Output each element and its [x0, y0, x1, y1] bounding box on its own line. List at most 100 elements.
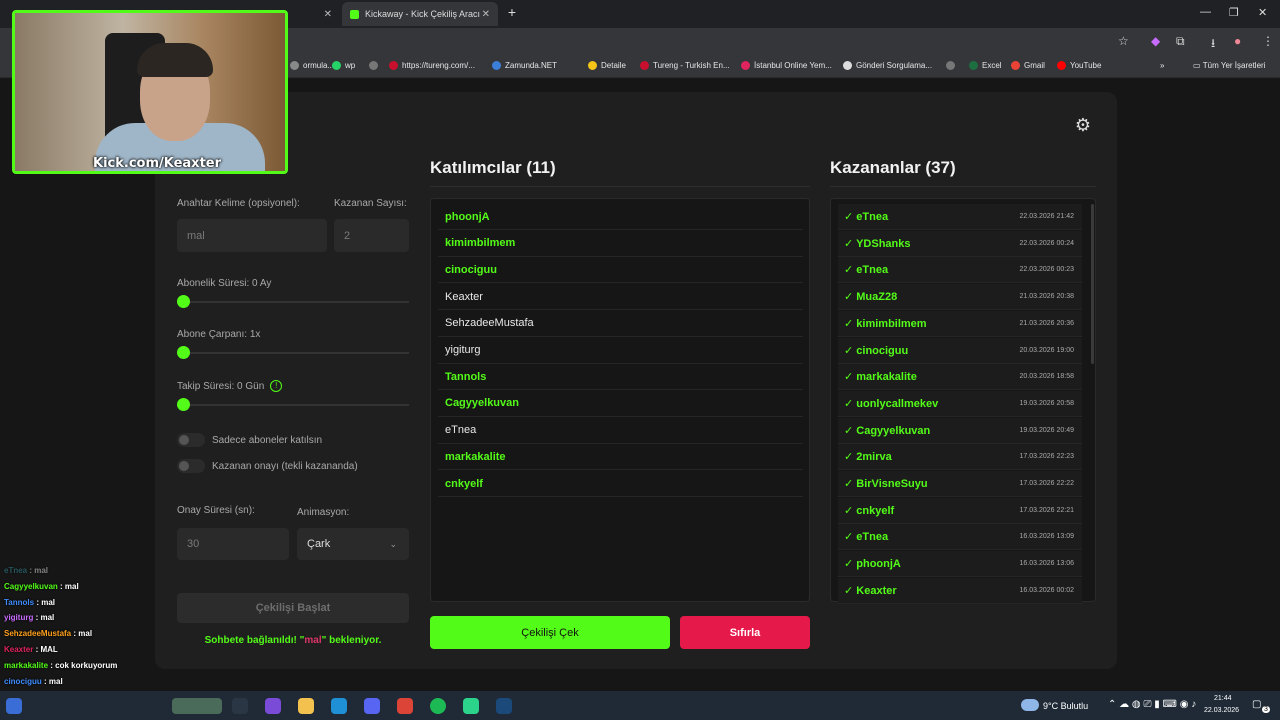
participant-row: cinociguu [438, 257, 803, 284]
winner-name: ✓ uonlycallmekev [844, 397, 939, 410]
chat-username: eTnea [4, 566, 28, 575]
tab-kickaway[interactable]: Kickaway - Kick Çekiliş Aracı ✕ [342, 2, 498, 26]
chat-message: yigiturg : mal [4, 613, 54, 622]
subs-only-toggle[interactable] [177, 433, 205, 447]
clock-time[interactable]: 21:44 [1214, 695, 1232, 702]
file-explorer-icon[interactable] [298, 698, 314, 714]
edge-icon[interactable] [331, 698, 347, 714]
slider-handle[interactable] [177, 346, 190, 359]
animation-label: Animasyon: [297, 507, 350, 518]
animation-select[interactable]: Çark ⌄ [297, 528, 409, 560]
winner-name: ✓ cinociguu [844, 344, 909, 357]
bookmark-item[interactable]: İstanbul Online Yem... [741, 61, 832, 70]
info-icon[interactable]: ! [270, 380, 283, 392]
clock-date[interactable]: 22.03.2026 [1204, 707, 1239, 714]
draw-button[interactable]: Çekilişi Çek [430, 616, 670, 649]
winner-date: 20.03.2026 18:58 [1019, 373, 1075, 381]
gear-icon[interactable]: ⚙ [1072, 114, 1094, 136]
winner-row: ✓ Cagyyelkuvan 19.03.2026 20:49 [838, 417, 1082, 444]
bookmark-item[interactable]: YouTube [1057, 61, 1101, 70]
task-view-icon[interactable] [232, 698, 248, 714]
bookmark-favicon-icon [332, 61, 341, 70]
keyword-input[interactable]: mal [177, 219, 327, 252]
chat-message: cinociguu : mal [4, 677, 63, 686]
bookmark-item[interactable] [369, 61, 382, 70]
winners-title: Kazananlar (37) [830, 158, 956, 177]
chat-username: Cagyyelkuvan [4, 581, 58, 591]
notification-icon[interactable]: ▢ [1252, 699, 1261, 710]
bookmark-item[interactable]: Detaile [588, 61, 626, 70]
tab-title: Kickaway - Kick Çekiliş Aracı [365, 9, 481, 19]
steam-icon[interactable] [496, 698, 512, 714]
slider-handle[interactable] [177, 398, 190, 411]
extension-icon[interactable]: ◆ [1151, 34, 1160, 48]
bookmark-favicon-icon [1057, 61, 1066, 70]
winner-count-label: Kazanan Sayısı: [334, 198, 407, 209]
bookmark-favicon-icon [946, 61, 955, 70]
follow-slider[interactable] [177, 398, 409, 411]
bookmark-item[interactable]: Tureng - Turkish En... [640, 61, 730, 70]
new-tab-button[interactable]: + [504, 5, 520, 21]
bookmark-favicon-icon [640, 61, 649, 70]
participants-title: Katılımcılar (11) [430, 158, 556, 177]
profile-icon[interactable]: ● [1234, 34, 1241, 48]
chat-username: SehzadeeMustafa [4, 629, 72, 639]
chat-message: eTnea : mal [4, 566, 48, 575]
copilot-icon[interactable] [265, 698, 281, 714]
bookmark-item[interactable]: Gmail [1011, 61, 1045, 70]
minimize-icon[interactable]: — [1200, 6, 1211, 18]
discord-icon[interactable] [364, 698, 380, 714]
bookmark-item[interactable]: Zamunda.NET [492, 61, 557, 70]
bookmark-item[interactable]: Gönderi Sorgulama... [843, 61, 932, 70]
connection-status: Sohbete bağlanıldı! "mal" bekleniyor. [204, 635, 382, 646]
winner-row: ✓ MuaZ28 21.03.2026 20:38 [838, 284, 1082, 311]
bookmark-item[interactable]: https://tureng.com/... [389, 61, 475, 70]
approval-time-input[interactable]: 30 [177, 528, 289, 560]
bookmark-favicon-icon [843, 61, 852, 70]
puzzle-icon[interactable]: ⧉ [1176, 34, 1185, 49]
winner-approval-toggle[interactable] [177, 459, 205, 473]
windows-start-icon[interactable] [6, 698, 22, 714]
winner-row: ✓ eTnea 22.03.2026 21:42 [838, 204, 1082, 230]
slider-handle[interactable] [177, 295, 190, 308]
winner-name: ✓ cnkyelf [844, 504, 895, 517]
spotify-icon[interactable] [430, 698, 446, 714]
bookmark-favicon-icon [492, 61, 501, 70]
bookmark-item[interactable]: wp [332, 61, 355, 70]
weather-text[interactable]: 9°C Bulutlu [1043, 701, 1088, 711]
winner-name: ✓ eTnea [844, 211, 889, 223]
chat-username: Keaxter [4, 645, 34, 654]
more-bookmarks-icon[interactable]: » [1160, 61, 1164, 70]
reset-button[interactable]: Sıfırla [680, 616, 810, 649]
winner-approval-label: Kazanan onayı (tekli kazananda) [212, 461, 358, 472]
winners-scrollbar[interactable] [1091, 204, 1094, 364]
bookmark-item[interactable]: Excel [969, 61, 1002, 70]
winner-name: ✓ kimimbilmem [844, 317, 927, 330]
bookmark-item[interactable]: ormula... [290, 61, 334, 70]
winner-date: 22.03.2026 21:42 [1019, 213, 1075, 220]
chrome-icon[interactable] [397, 698, 413, 714]
winner-date: 16.03.2026 00:02 [1019, 586, 1075, 594]
chat-text: : cok korkuyorum [50, 660, 118, 670]
chat-text: : mal [60, 581, 79, 591]
close-window-icon[interactable]: ✕ [1258, 6, 1267, 19]
close-tab-icon[interactable]: ✕ [324, 9, 332, 20]
start-giveaway-button[interactable]: Çekilişi Başlat [177, 593, 409, 623]
chat-text: : mal [36, 597, 55, 607]
bookmark-item[interactable] [946, 61, 959, 70]
star-icon[interactable]: ☆ [1118, 34, 1129, 48]
webcam-overlay: Kick.com/Keaxter [12, 10, 288, 174]
tray-icons[interactable]: ⌃ ☁ ◍ ⎚ ▮ ⌨ ◉ ♪ [1108, 699, 1196, 710]
winner-row: ✓ eTnea 22.03.2026 00:23 [838, 257, 1082, 284]
winner-count-input[interactable]: 2 [334, 219, 409, 252]
multiplier-slider[interactable] [177, 346, 409, 359]
download-icon[interactable]: ⭳ [1211, 34, 1215, 55]
search-widget-icon[interactable] [172, 698, 222, 714]
menu-icon[interactable]: ⋮ [1262, 34, 1274, 48]
subscription-slider[interactable] [177, 295, 409, 308]
winner-row: ✓ cnkyelf 17.03.2026 22:21 [838, 497, 1082, 524]
close-tab-icon[interactable]: ✕ [482, 9, 490, 20]
app-icon[interactable] [463, 698, 479, 714]
maximize-icon[interactable]: ❐ [1229, 6, 1239, 19]
all-bookmarks[interactable]: ▭ Tüm Yer İşaretleri [1193, 61, 1265, 70]
